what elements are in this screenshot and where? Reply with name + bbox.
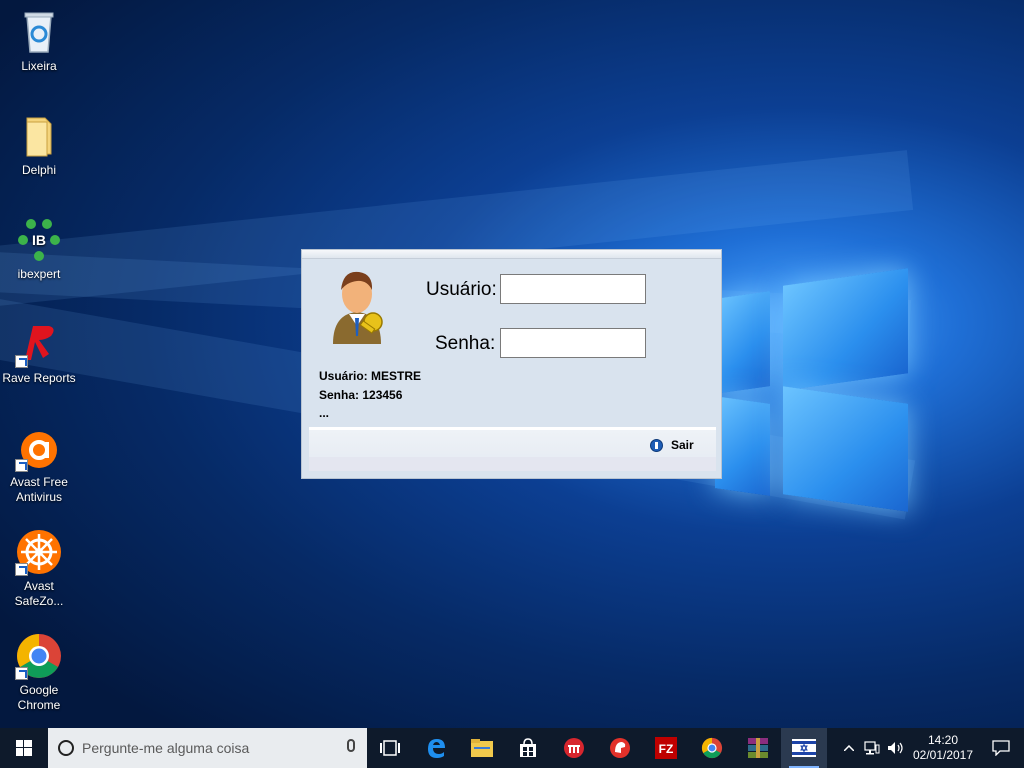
task-view-icon — [380, 740, 400, 756]
desktop-icon-label: Avast SafeZo... — [14, 579, 64, 608]
search-box[interactable]: Pergunte-me alguma coisa — [48, 728, 367, 768]
svg-text:FZ: FZ — [659, 742, 674, 756]
start-button[interactable] — [0, 728, 48, 768]
network-icon — [864, 741, 880, 755]
taskbar: Pergunte-me alguma coisa FZ 14:20 02/01/… — [0, 728, 1024, 768]
show-hidden-icons-button[interactable] — [838, 728, 860, 768]
user-input[interactable] — [500, 274, 646, 304]
file-explorer-icon — [471, 739, 493, 757]
clock[interactable]: 14:20 02/01/2017 — [908, 733, 978, 763]
flag-app-icon — [792, 739, 816, 757]
folder-icon — [15, 112, 63, 160]
exit-button-label: Sair — [671, 438, 694, 452]
hint-user-text: Usuário: MESTRE — [319, 369, 422, 383]
notifications-icon — [992, 740, 1010, 756]
exit-button[interactable]: Sair — [650, 438, 694, 452]
desktop-icon-label: Lixeira — [21, 59, 57, 73]
action-center-button[interactable] — [978, 728, 1024, 768]
app-spartan-icon — [610, 738, 630, 758]
shortcut-arrow-icon — [15, 355, 28, 368]
system-tray: 14:20 02/01/2017 — [838, 728, 1024, 768]
svg-text:IB: IB — [32, 232, 46, 248]
hint-more-text: ... — [319, 406, 330, 420]
hint-password-text: Senha: 123456 — [319, 388, 403, 402]
user-label: Usuário: — [426, 279, 497, 300]
cortana-icon — [58, 740, 74, 756]
taskbar-winrar[interactable] — [735, 728, 781, 768]
desktop-icon-avast-safezone[interactable]: Avast SafeZo... — [2, 528, 76, 609]
desktop-icon-google-chrome[interactable]: Google Chrome — [2, 632, 76, 713]
ibexpert-icon: IB — [15, 216, 63, 264]
recycle-bin-icon — [15, 8, 63, 56]
avast-safezone-icon — [15, 528, 63, 576]
taskbar-filezilla[interactable]: FZ — [643, 728, 689, 768]
desktop-icon-label: Rave Reports — [2, 371, 76, 385]
taskbar-store[interactable] — [505, 728, 551, 768]
clock-time: 14:20 — [927, 733, 959, 747]
desktop-icon-avast[interactable]: Avast Free Antivirus — [2, 424, 76, 505]
taskbar-app-spartan[interactable] — [597, 728, 643, 768]
login-dialog: Usuário: Senha: Usuário: MESTRE Senha: 1… — [301, 249, 722, 479]
edge-icon — [428, 739, 445, 758]
avast-icon — [15, 424, 63, 472]
chrome-icon — [701, 737, 723, 759]
shortcut-arrow-icon — [15, 459, 28, 472]
button-bar-footer — [309, 457, 716, 471]
taskbar-edge[interactable] — [413, 728, 459, 768]
volume-icon — [888, 742, 903, 754]
taskbar-flag-app[interactable] — [781, 728, 827, 768]
windows-start-icon — [16, 740, 32, 756]
desktop-icon-label: ibexpert — [17, 267, 61, 281]
desktop-icon-label: Google Chrome — [17, 683, 61, 712]
taskbar-chrome[interactable] — [689, 728, 735, 768]
desktop-icon-ibexpert[interactable]: IB ibexpert — [2, 216, 76, 282]
app-red-icon — [564, 738, 584, 758]
store-icon — [520, 738, 536, 757]
task-view-button[interactable] — [367, 728, 413, 768]
desktop-icon-rave-reports[interactable]: Rave Reports — [2, 320, 76, 386]
taskbar-file-explorer[interactable] — [459, 728, 505, 768]
password-label: Senha: — [435, 333, 496, 354]
shortcut-arrow-icon — [15, 563, 28, 576]
shortcut-arrow-icon — [15, 667, 28, 680]
desktop-icon-label: Avast Free Antivirus — [10, 475, 68, 504]
chevron-up-icon — [844, 745, 854, 751]
desktop-icon-label: Delphi — [21, 163, 57, 177]
chrome-icon — [15, 632, 63, 680]
volume-button[interactable] — [884, 728, 908, 768]
password-input[interactable] — [500, 328, 646, 358]
dialog-button-bar: Sair — [309, 427, 716, 471]
user-key-icon — [327, 264, 387, 346]
network-button[interactable] — [860, 728, 884, 768]
windows-wallpaper-logo — [715, 265, 915, 515]
taskbar-app-red[interactable] — [551, 728, 597, 768]
winrar-icon — [748, 738, 768, 758]
desktop-icon-delphi[interactable]: Delphi — [2, 112, 76, 178]
desktop-icon-lixeira[interactable]: Lixeira — [2, 8, 76, 74]
clock-date: 02/01/2017 — [912, 748, 974, 762]
power-icon — [650, 438, 663, 452]
desktop: Lixeira Delphi IB ibexpert Rave Reports — [0, 0, 1024, 728]
search-placeholder: Pergunte-me alguma coisa — [82, 740, 250, 756]
rave-reports-icon — [15, 320, 63, 368]
dialog-top-bar — [302, 250, 721, 259]
microphone-icon[interactable] — [347, 739, 355, 752]
filezilla-icon: FZ — [655, 737, 677, 759]
